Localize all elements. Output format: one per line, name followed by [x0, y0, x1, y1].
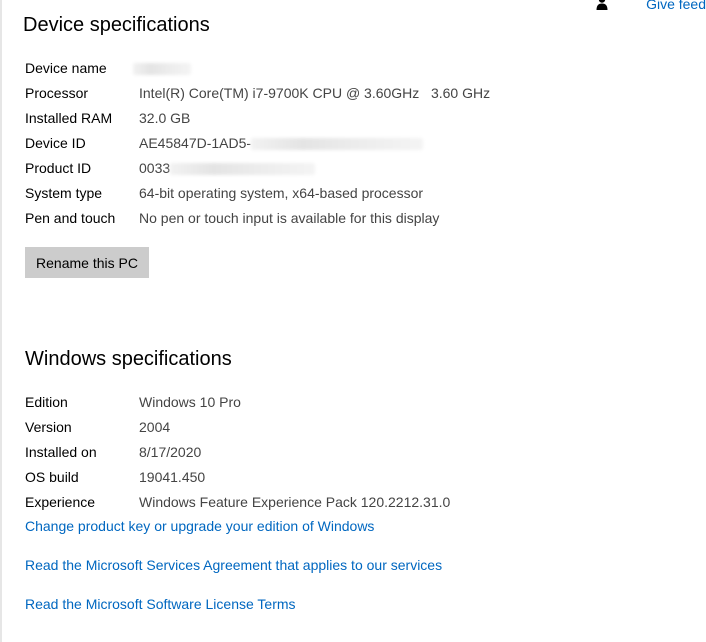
spec-value: Windows 10 Pro — [139, 394, 241, 410]
spec-label: Pen and touch — [25, 210, 116, 226]
spec-label: Installed RAM — [25, 110, 113, 126]
give-feedback[interactable]: Give feed — [596, 0, 706, 14]
windows-specs-title: Windows specifications — [25, 348, 232, 370]
redacted-blur — [170, 163, 316, 176]
spec-value-device-name — [133, 58, 191, 78]
spec-label: Experience — [25, 494, 96, 510]
give-feedback-link[interactable]: Give feed — [631, 0, 706, 12]
change-product-key-link[interactable]: Change product key or upgrade your editi… — [25, 518, 374, 534]
spec-value: 0033 — [139, 160, 171, 176]
spec-value-device-id: AE45847D-1AD5- — [139, 133, 424, 153]
spec-label: Installed on — [25, 444, 97, 460]
spec-value: 8/17/2020 — [139, 444, 202, 460]
spec-value: No pen or touch input is available for t… — [139, 210, 440, 226]
spec-value: Windows Feature Experience Pack 120.2212… — [139, 494, 451, 510]
redacted-blur — [133, 63, 191, 76]
spec-label: OS build — [25, 469, 79, 485]
spec-value: Intel(R) Core(TM) i7-9700K CPU @ 3.60GHz… — [139, 85, 491, 101]
spec-value-product-id: 0033 — [139, 158, 316, 178]
spec-value: 2004 — [139, 419, 171, 435]
license-terms-link[interactable]: Read the Microsoft Software License Term… — [25, 596, 296, 612]
window-left-border — [0, 0, 2, 642]
rename-pc-button[interactable]: Rename this PC — [25, 247, 149, 278]
spec-label: Edition — [25, 394, 68, 410]
spec-label: Device name — [25, 60, 107, 76]
spec-label: Product ID — [25, 160, 92, 176]
spec-value: 19041.450 — [139, 469, 206, 485]
spec-label: System type — [25, 185, 103, 201]
spec-label: Version — [25, 419, 72, 435]
spec-value: 32.0 GB — [139, 110, 191, 126]
services-agreement-link[interactable]: Read the Microsoft Services Agreement th… — [25, 557, 442, 573]
spec-value: 64-bit operating system, x64-based proce… — [139, 185, 424, 201]
person-feedback-icon — [596, 0, 608, 10]
redacted-blur — [251, 138, 424, 151]
device-specs-title: Device specifications — [23, 14, 210, 36]
spec-value: AE45847D-1AD5- — [139, 135, 252, 151]
spec-label: Processor — [25, 85, 89, 101]
spec-label: Device ID — [25, 135, 86, 151]
